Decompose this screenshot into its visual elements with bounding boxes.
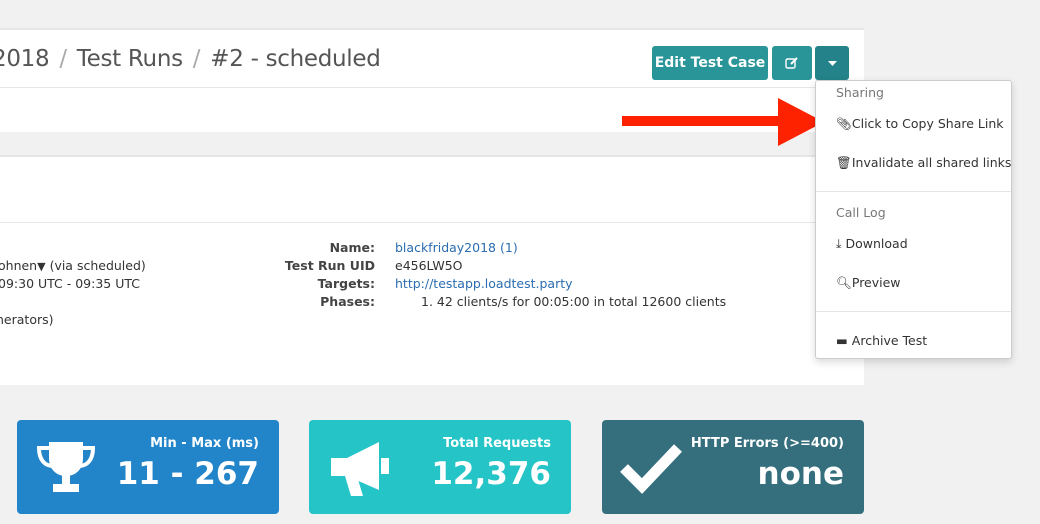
test-case-link[interactable]: blackfriday2018 xyxy=(395,240,496,255)
trash-icon: 🗑︎ xyxy=(836,155,852,170)
stat-value: 12,376 xyxy=(431,456,551,492)
trophy-icon xyxy=(36,442,96,492)
invalidate-links-item[interactable]: 🗑︎Invalidate all shared links xyxy=(836,155,1011,171)
breadcrumb: 2018/Test Runs/#2 - scheduled xyxy=(0,46,381,72)
bullhorn-icon xyxy=(331,442,389,496)
stat-card-http-errors: HTTP Errors (>=400) none xyxy=(602,420,864,514)
copy-share-link-item[interactable]: 📎︎Click to Copy Share Link xyxy=(836,116,1003,132)
annotation-arrow xyxy=(622,96,824,152)
run-generators: nerators) xyxy=(0,312,54,327)
archive-test-item[interactable]: ▬ Archive Test xyxy=(836,333,927,348)
stat-label: Min - Max (ms) xyxy=(150,436,259,451)
test-case-count[interactable]: (1) xyxy=(500,240,518,255)
phase-item: 1. 42 clients/s for 00:05:00 in total 12… xyxy=(421,294,727,309)
breadcrumb-item[interactable]: Test Runs xyxy=(77,46,183,72)
download-icon: ⤓ xyxy=(836,236,846,251)
stat-card-total-requests: Total Requests 12,376 xyxy=(309,420,571,514)
stat-label: HTTP Errors (>=400) xyxy=(690,436,844,451)
stat-value: 11 - 267 xyxy=(116,456,259,492)
target-link[interactable]: http://testapp.loadtest.party xyxy=(395,276,573,291)
stat-card-min-max: Min - Max (ms) 11 - 267 xyxy=(17,420,279,514)
edit-button[interactable] xyxy=(772,46,812,80)
check-icon xyxy=(620,444,682,494)
stat-value: none xyxy=(757,456,844,492)
targets-label: Targets: xyxy=(317,276,375,291)
uid-value: e456LW5O xyxy=(395,258,463,273)
caret-down-icon xyxy=(827,60,837,66)
paperclip-icon: 📎︎ xyxy=(836,116,852,131)
run-user: ohnen▼ (via scheduled) xyxy=(0,258,146,273)
preview-item[interactable]: 🔍︎Preview xyxy=(836,275,901,291)
download-item[interactable]: ⤓ Download xyxy=(836,236,908,252)
breadcrumb-current: #2 - scheduled xyxy=(210,46,381,72)
breadcrumb-item[interactable]: 2018 xyxy=(0,46,50,72)
phases-label: Phases: xyxy=(320,294,375,309)
uid-label: Test Run UID xyxy=(284,258,375,273)
search-icon: 🔍︎ xyxy=(836,275,852,290)
test-run-info-panel: ohnen▼ (via scheduled) 09:30 UTC - 09:35… xyxy=(0,155,864,385)
dropdown-menu: Sharing 📎︎Click to Copy Share Link 🗑︎Inv… xyxy=(815,80,1012,359)
user-icon: ▼ xyxy=(37,260,46,273)
name-label: Name: xyxy=(329,240,375,255)
pencil-square-icon xyxy=(785,57,798,69)
stat-label: Total Requests xyxy=(443,436,551,451)
archive-icon: ▬ xyxy=(836,333,852,348)
sharing-header: Sharing xyxy=(836,85,884,100)
run-time: 09:30 UTC - 09:35 UTC xyxy=(0,276,141,291)
dropdown-toggle-button[interactable] xyxy=(815,46,849,80)
call-log-header: Call Log xyxy=(836,205,886,220)
edit-test-case-button[interactable]: Edit Test Case xyxy=(652,46,768,80)
